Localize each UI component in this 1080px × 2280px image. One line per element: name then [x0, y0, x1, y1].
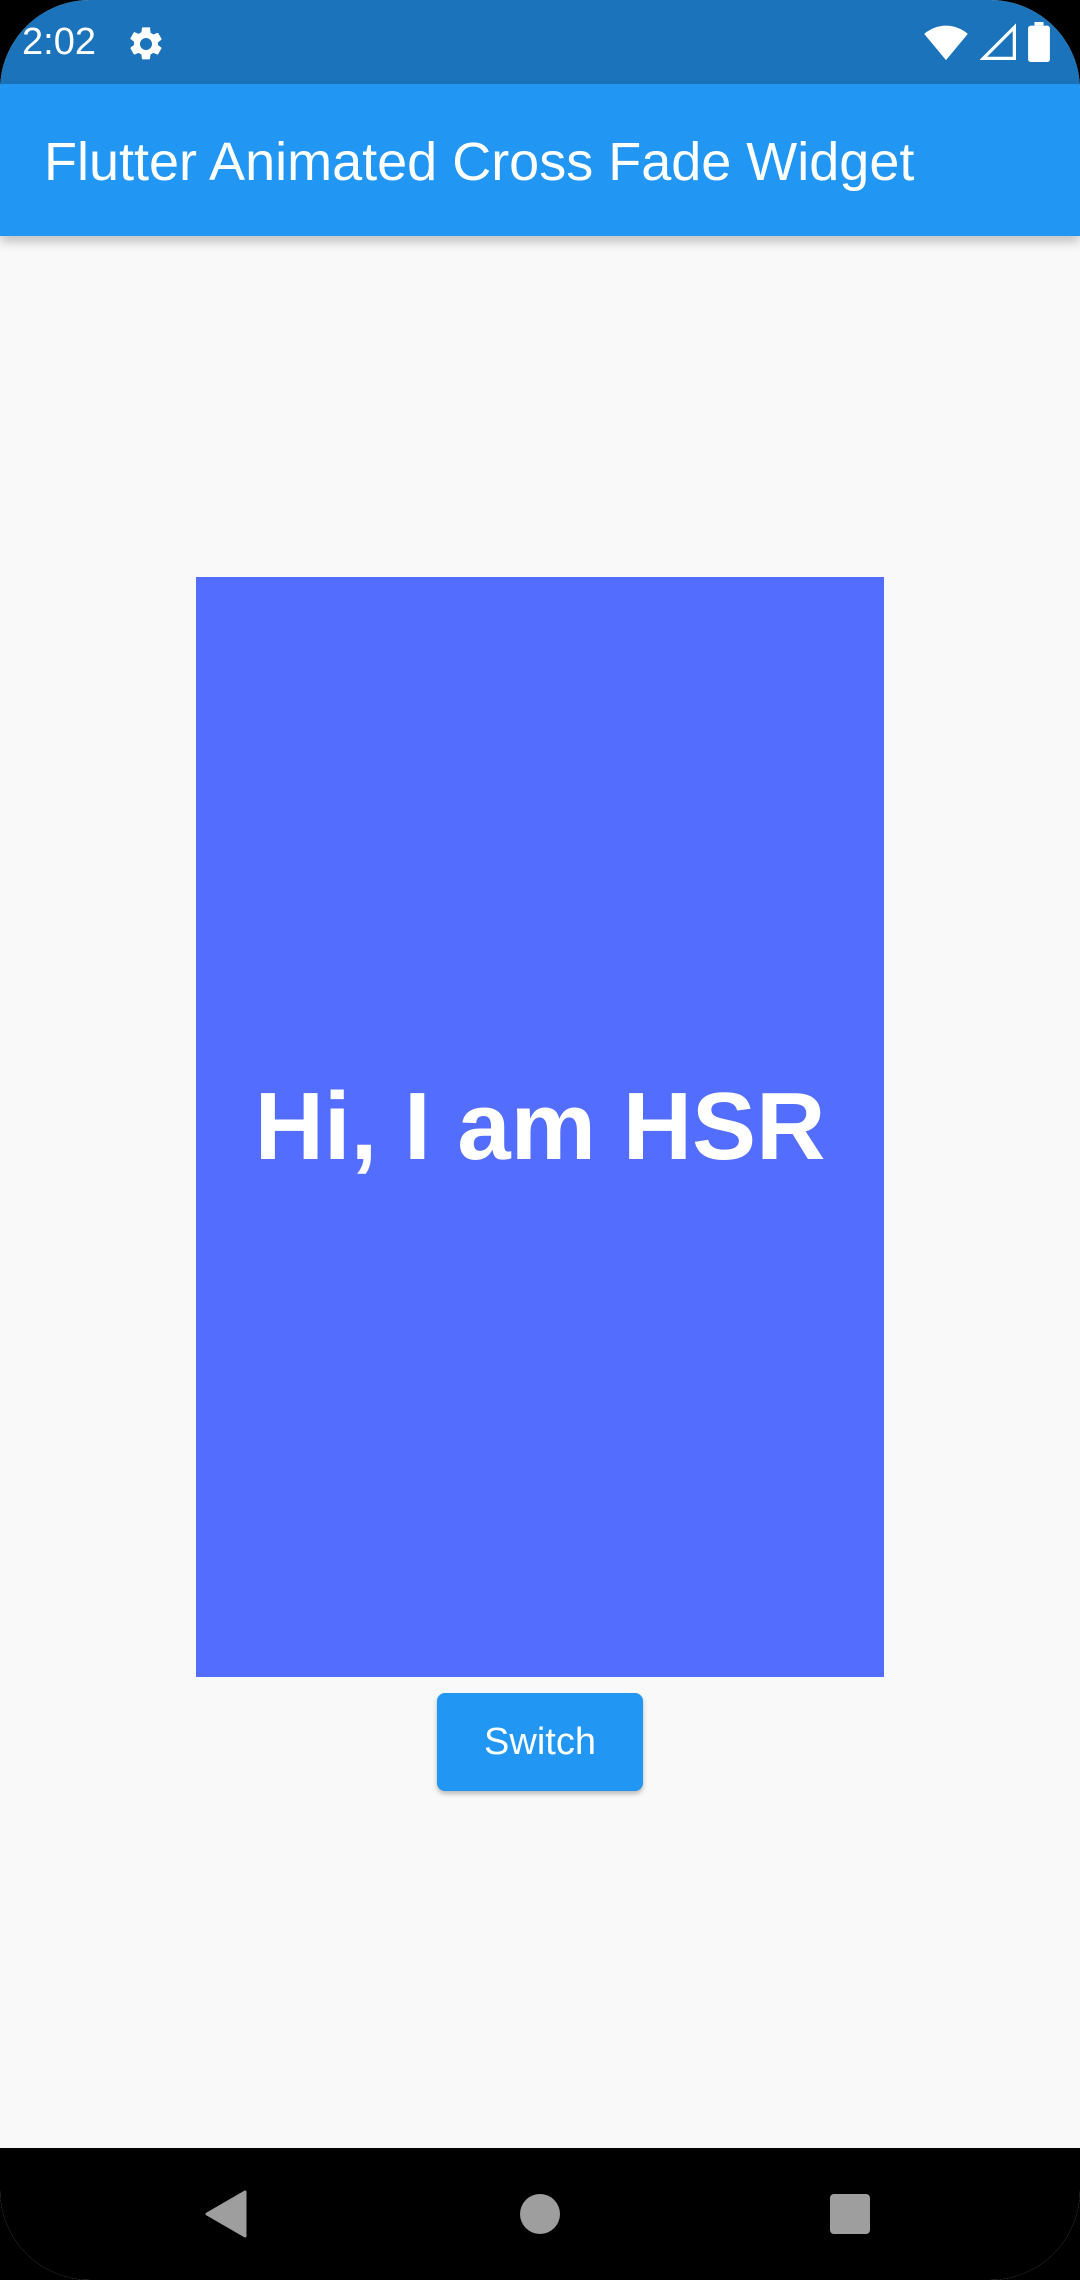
gear-icon — [126, 24, 166, 64]
home-icon[interactable] — [520, 2194, 560, 2234]
content-area: Hi, I am HSR Switch — [0, 236, 1080, 2148]
app-title: Flutter Animated Cross Fade Widget — [44, 132, 915, 192]
back-icon[interactable] — [205, 2190, 249, 2238]
signal-icon — [979, 22, 1016, 66]
cross-fade-text: Hi, I am HSR — [254, 1073, 826, 1180]
app-bar: Flutter Animated Cross Fade Widget — [0, 84, 1080, 236]
status-icons — [924, 21, 1050, 67]
wifi-icon — [924, 22, 968, 67]
device-screen: 2:02 Flutter Animated Cross Fade Widget … — [0, 0, 1080, 2280]
recents-icon[interactable] — [830, 2194, 870, 2234]
switch-button[interactable]: Switch — [437, 1693, 643, 1791]
status-bar: 2:02 — [0, 0, 1080, 84]
battery-icon — [1028, 21, 1050, 67]
navigation-bar — [0, 2148, 1080, 2280]
cross-fade-container: Hi, I am HSR — [196, 577, 884, 1677]
status-time: 2:02 — [22, 21, 96, 63]
